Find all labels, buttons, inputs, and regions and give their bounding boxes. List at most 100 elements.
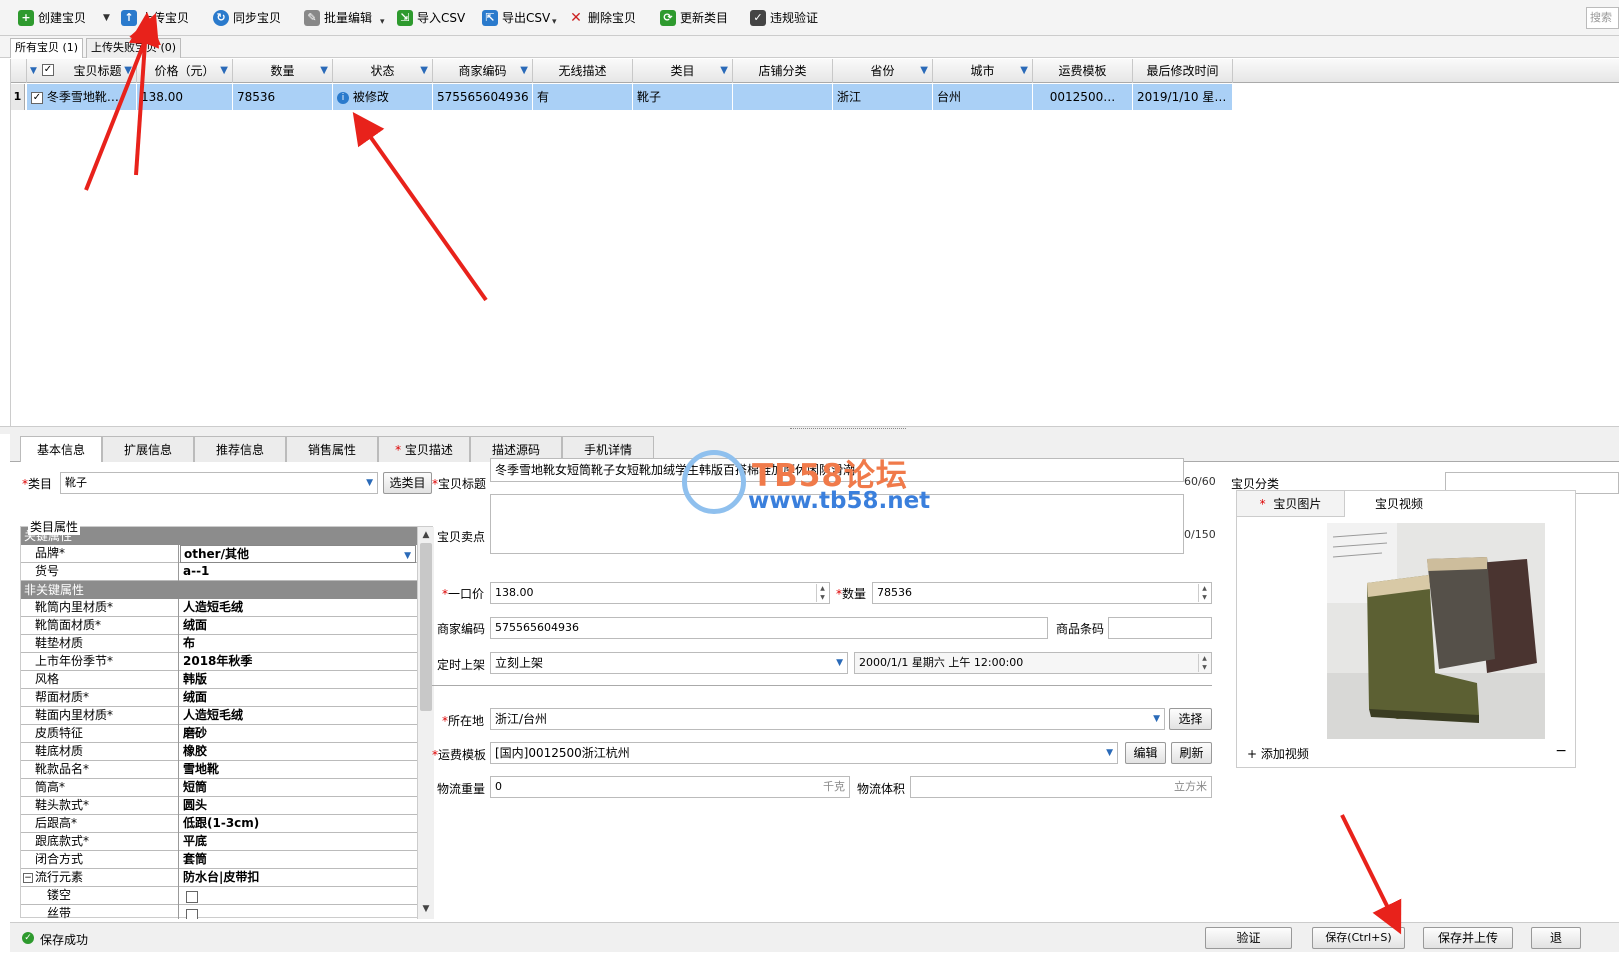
attribute-row[interactable]: 鞋底材质 橡胶 [21,743,417,761]
spinner-arrows-icon[interactable]: ▲ ▼ [1198,584,1210,602]
attribute-row[interactable]: 帮面材质* 绒面 [21,689,417,707]
verify-button[interactable]: 验证 [1205,927,1292,949]
hollow-checkbox[interactable] [186,890,198,903]
category-select[interactable]: 靴子 ▼ [60,472,378,494]
cell-price[interactable]: 138.00 [137,84,233,110]
scroll-down-icon[interactable]: ▼ [420,903,432,915]
attribute-row[interactable]: 货号 a--1 [21,563,417,581]
delete-item-button[interactable]: ✕ 删除宝贝 [566,6,636,30]
filter-icon[interactable]: ▼ [420,59,428,83]
spinner-arrows-icon[interactable]: ▲ ▼ [816,584,828,602]
attribute-value[interactable]: 套筒 [180,851,416,869]
filter-icon[interactable]: ▼ [1020,59,1028,83]
schedule-select[interactable]: 立刻上架 ▼ [490,652,848,674]
attribute-row[interactable]: 筒高* 短筒 [21,779,417,797]
tab-recommended-info[interactable]: 推荐信息 [194,436,286,462]
attribute-value[interactable]: 短筒 [180,779,416,797]
ribbon-checkbox[interactable] [186,908,198,919]
export-csv-button[interactable]: ⇱ 导出CSV [480,6,550,30]
sync-item-button[interactable]: ↻ 同步宝贝 [211,6,281,30]
cell-status[interactable]: i 被修改 [333,84,433,110]
attribute-value[interactable]: 布 [180,635,416,653]
barcode-input[interactable] [1108,617,1212,639]
attribute-row[interactable]: 靴筒面材质* 绒面 [21,617,417,635]
cell-shipping-template[interactable]: 0012500… [1033,84,1133,110]
filter-icon[interactable]: ▼ [520,59,528,83]
location-select[interactable]: 浙江/台州 ▼ [490,708,1165,730]
filter-icon[interactable]: ▼ [124,59,132,83]
attribute-row[interactable]: 跟底款式* 平底 [21,833,417,851]
cell-wireless-desc[interactable]: 有 [533,84,633,110]
refresh-shipping-button[interactable]: 刷新 [1171,742,1212,764]
attribute-value[interactable] [180,887,416,905]
scroll-thumb[interactable] [420,543,432,711]
batch-edit-dropdown-caret[interactable]: ▾ [380,10,385,34]
tab-sales-attributes[interactable]: 销售属性 [286,436,378,462]
tab-upload-failed[interactable]: 上传失败宝贝 (0) [86,38,182,58]
cell-shop-category[interactable] [733,84,833,110]
choose-location-button[interactable]: 选择 [1169,708,1212,730]
cell-category[interactable]: 靴子 [633,84,733,110]
attribute-row[interactable]: 丝带 [21,905,417,919]
cell-quantity[interactable]: 78536 [233,84,333,110]
attribute-row[interactable]: 闭合方式 套筒 [21,851,417,869]
attribute-row[interactable]: 风格 韩版 [21,671,417,689]
filter-icon[interactable]: ▼ [720,59,728,83]
remove-media-button[interactable]: − [1555,743,1567,759]
cell-province[interactable]: 浙江 [833,84,933,110]
attribute-value[interactable]: 防水台|皮带扣 [180,869,416,887]
column-header-province[interactable]: 省份 ▼ [833,59,933,83]
attribute-value[interactable]: 低跟(1-3cm) [180,815,416,833]
verify-violation-button[interactable]: ✓ 违规验证 [748,6,818,30]
column-header-shop-category[interactable]: 店铺分类 [733,59,833,83]
attribute-value[interactable]: 雪地靴 [180,761,416,779]
tab-item-video[interactable]: 宝贝视频 [1345,491,1453,517]
cell-title[interactable]: ✓ 冬季雪地靴… [27,84,137,110]
filter-icon[interactable]: ▼ [220,59,228,83]
add-video-button[interactable]: + 添加视频 [1247,745,1309,762]
attribute-value[interactable]: 绒面 [180,617,416,635]
attribute-row[interactable]: 鞋面内里材质* 人造短毛绒 [21,707,417,725]
attribute-value[interactable]: 韩版 [180,671,416,689]
save-and-upload-button[interactable]: 保存并上传 [1423,927,1513,949]
column-header-shipping-template[interactable]: 运费模板 [1033,59,1133,83]
create-item-button[interactable]: + 创建宝贝 [16,6,86,30]
column-header-status[interactable]: 状态 ▼ [333,59,433,83]
price-spinner[interactable]: 138.00 ▲ ▼ [490,582,830,604]
create-dropdown-caret[interactable]: ▼ [103,6,110,30]
attribute-row[interactable]: 鞋头款式* 圆头 [21,797,417,815]
filter-icon[interactable]: ▼ [920,59,928,83]
column-header-modified[interactable]: 最后修改时间 [1133,59,1233,83]
upload-item-button[interactable]: ↑ 上传宝贝 [119,6,189,30]
attribute-value[interactable]: 磨砂 [180,725,416,743]
tab-all-items[interactable]: 所有宝贝 (1) [10,38,84,58]
collapse-icon[interactable]: − [23,872,33,883]
filter-icon[interactable]: ▼ [320,59,328,83]
brand-select[interactable]: other/其他 ▼ [180,545,416,563]
weight-input[interactable]: 0 千克 [490,776,850,798]
attribute-value[interactable]: 2018年秋季 [180,653,416,671]
scroll-up-icon[interactable]: ▲ [420,529,432,541]
quantity-stepper[interactable]: 78536 ▲ ▼ [872,582,1212,604]
edit-shipping-button[interactable]: 编辑 [1125,742,1166,764]
attribute-value[interactable]: a--1 [180,563,416,581]
attribute-row[interactable]: − 流行元素 防水台|皮带扣 [21,869,417,887]
attribute-value[interactable]: 圆头 [180,797,416,815]
schedule-datetime-picker[interactable]: 2000/1/1 星期六 上午 12:00:00 ▲ ▼ [854,652,1212,674]
cell-modified[interactable]: 2019/1/10 星… [1133,84,1233,110]
attribute-value[interactable] [180,905,416,919]
attribute-row[interactable]: 品牌* other/其他 ▼ [21,545,417,563]
tab-item-images[interactable]: * 宝贝图片 [1237,491,1345,517]
column-header-quantity[interactable]: 数量 ▼ [233,59,333,83]
tab-basic-info[interactable]: 基本信息 [20,436,102,463]
spinner-arrows-icon[interactable]: ▲ ▼ [1198,654,1210,672]
column-header-title[interactable]: ▼ ✓ 宝贝标题 ▼ [27,59,137,83]
attribute-value[interactable]: 平底 [180,833,416,851]
tab-extended-info[interactable]: 扩展信息 [102,436,194,462]
search-input[interactable]: 搜索 [1586,7,1619,29]
attribute-row[interactable]: 后跟高* 低跟(1-3cm) [21,815,417,833]
column-header-merchant-code[interactable]: 商家编码 ▼ [433,59,533,83]
attribute-value[interactable]: 橡胶 [180,743,416,761]
cell-merchant-code[interactable]: 575565604936 [433,84,533,110]
column-header-wireless-desc[interactable]: 无线描述 [533,59,633,83]
